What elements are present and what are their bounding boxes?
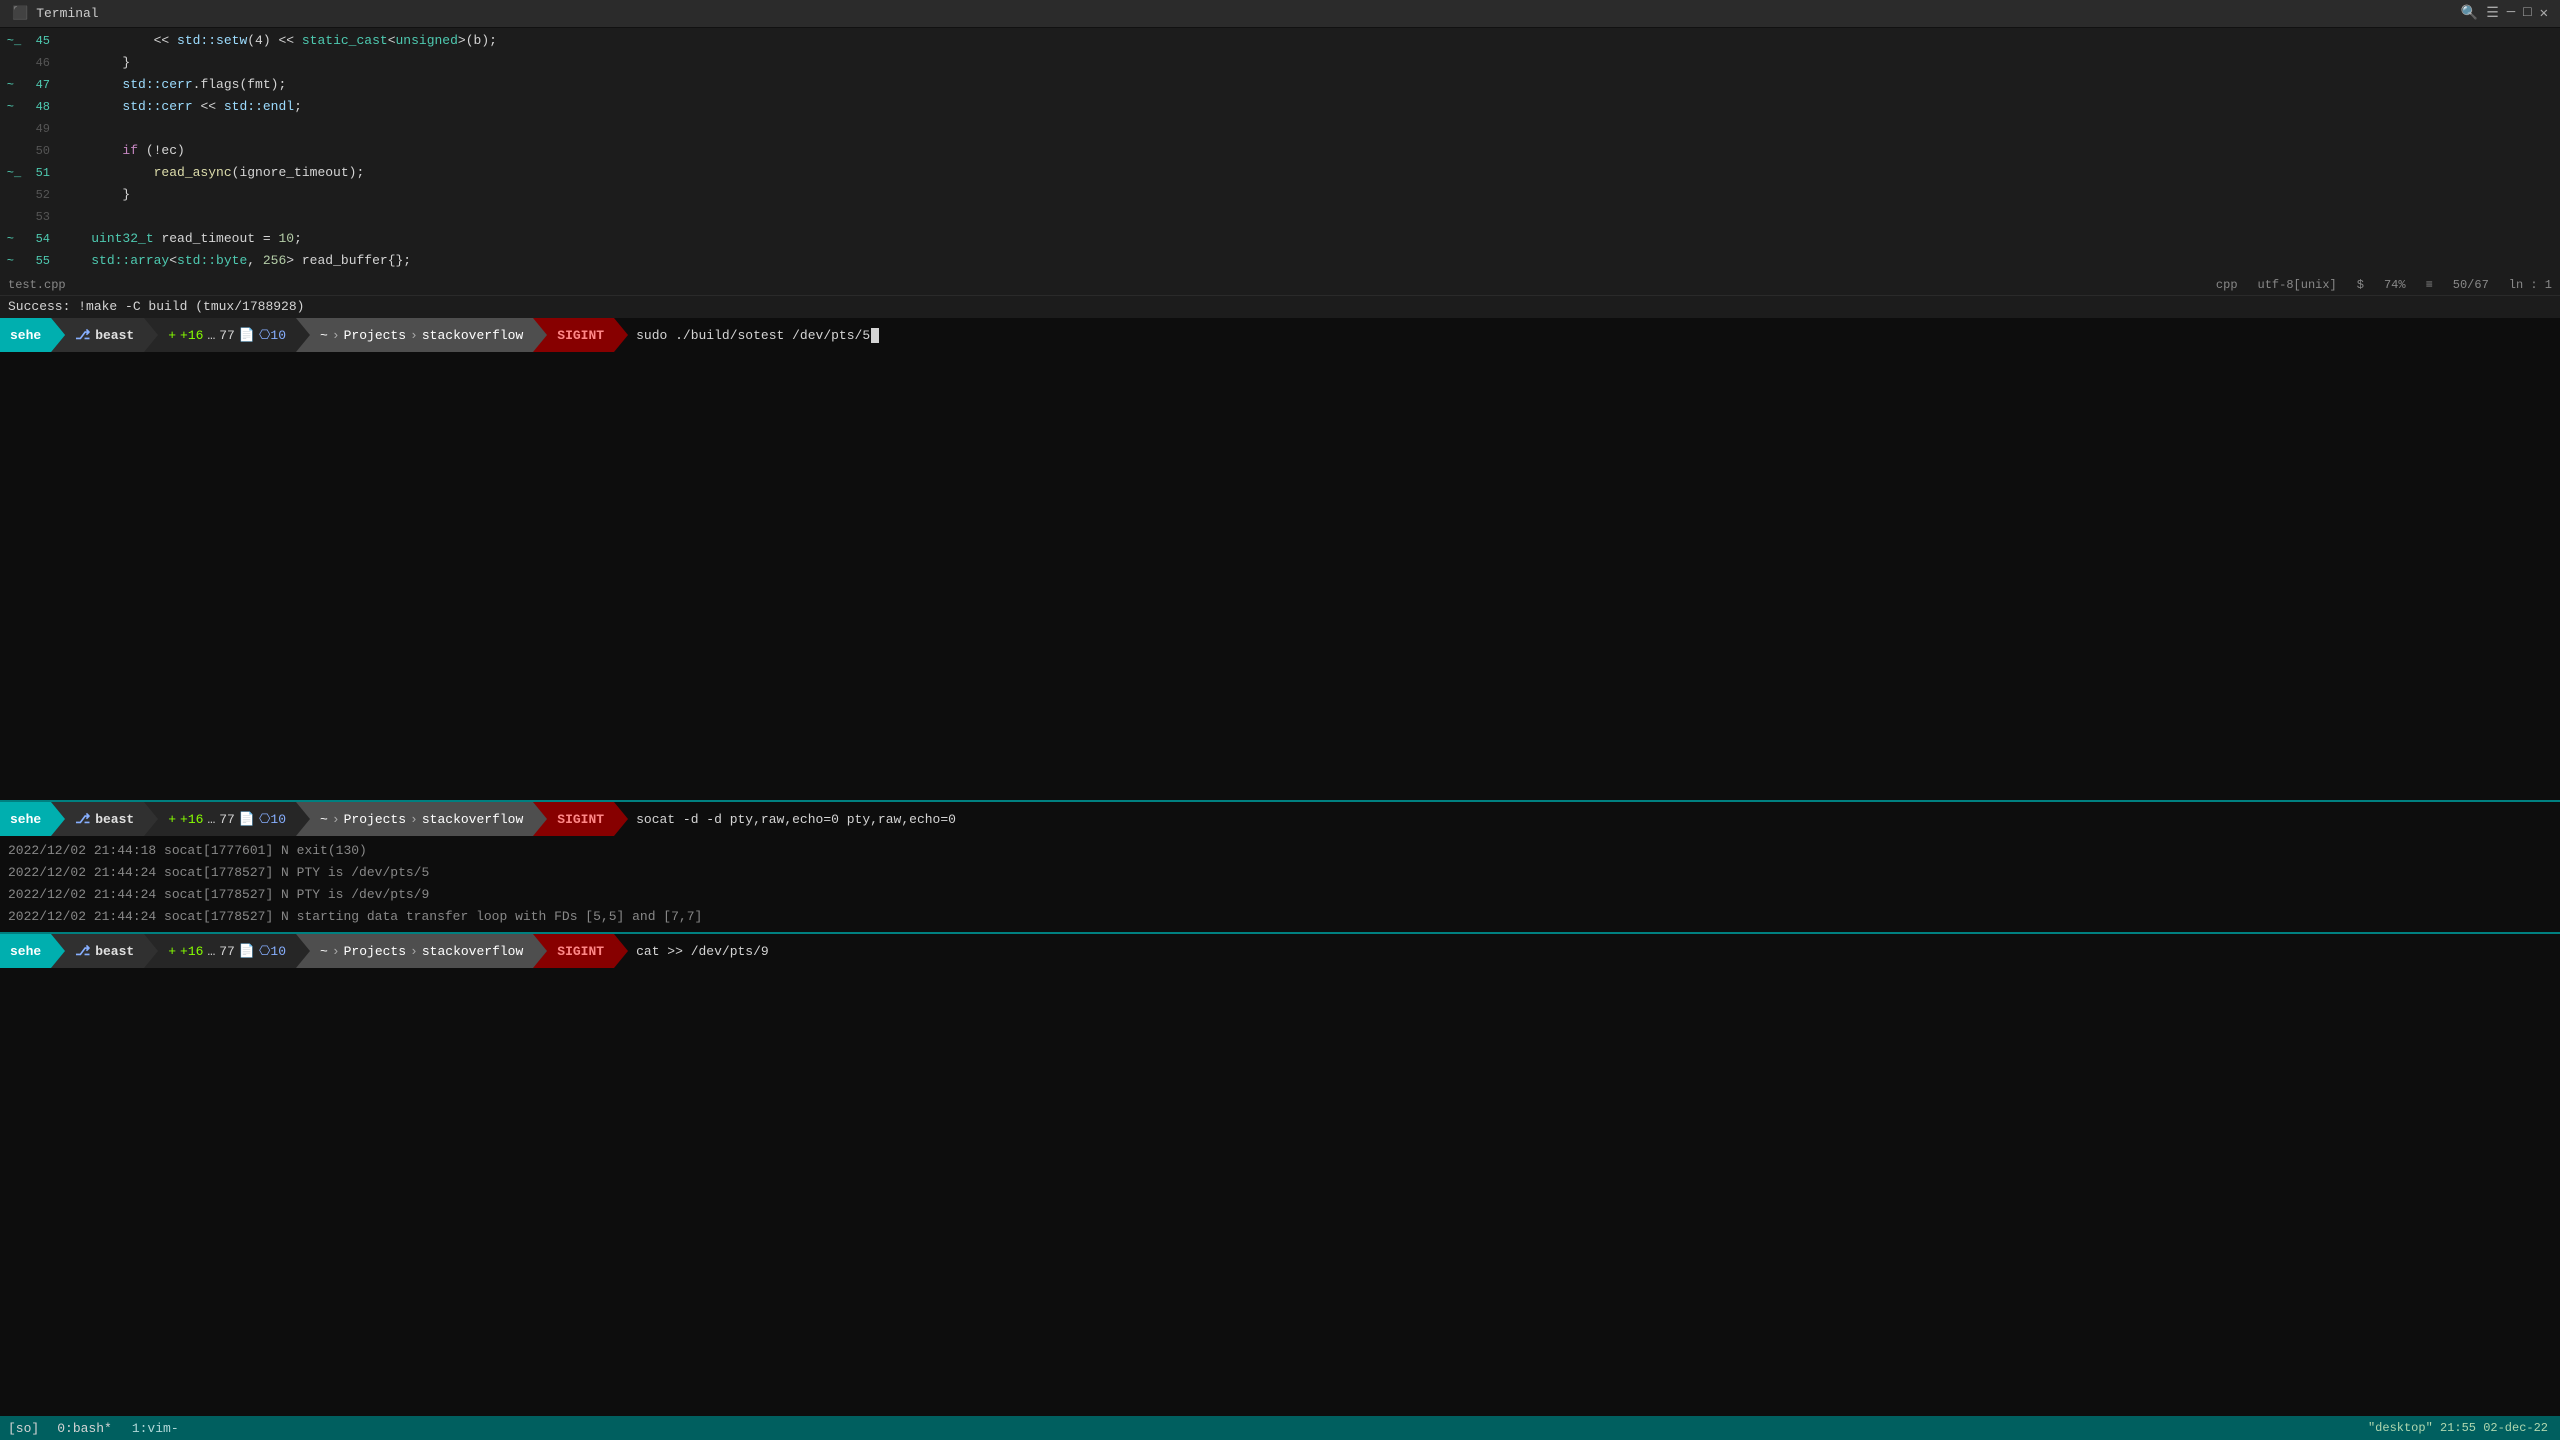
code-line-55: ~ 55 std::array<std::byte, 256> read_buf… [0, 250, 2560, 272]
seg-cmd-2[interactable]: socat -d -d pty,raw,echo=0 pty,raw,echo=… [614, 802, 2560, 836]
code-line-49: 49 [0, 118, 2560, 140]
line-content-53 [60, 206, 68, 228]
log-line-3: 2022/12/02 21:44:24 socat[1778527] N PTY… [8, 884, 2552, 906]
cursor-label: ln : 1 [2509, 274, 2552, 296]
title-bar-title: Terminal [36, 6, 98, 21]
code-line-52: 52 } [0, 184, 2560, 206]
code-line-46: 46 } [0, 52, 2560, 74]
line-gutter-54: ~ 54 [0, 228, 60, 250]
line-content-45: << std::setw(4) << static_cast<unsigned>… [60, 30, 497, 52]
prompt-bar-1: sehe ⎇ beast ++16 … 77 📄 ⎔10 ~ › Project… [0, 318, 2560, 352]
seg-sehe-2: sehe [0, 802, 51, 836]
seg-sehe-3: sehe [0, 934, 51, 968]
line-gutter-45: ~_ 45 [0, 30, 60, 52]
code-line-54: ~ 54 uint32_t read_timeout = 10; [0, 228, 2560, 250]
seg-path-1: ~ › Projects › stackoverflow [296, 318, 533, 352]
code-line-45: ~_ 45 << std::setw(4) << static_cast<uns… [0, 30, 2560, 52]
line-gutter-51: ~_ 51 [0, 162, 60, 184]
lines-icon: ≡ [2426, 274, 2433, 296]
prompt-bar-3: sehe ⎇ beast ++16 … 77 📄 ⎔10 ~ › Project… [0, 934, 2560, 968]
search-icon[interactable]: 🔍 [2461, 5, 2478, 22]
filename-label: test.cpp [8, 274, 66, 296]
minimize-icon[interactable]: ─ [2507, 5, 2515, 22]
seg-path-3: ~ › Projects › stackoverflow [296, 934, 533, 968]
branch-symbol-2: ⎇ [75, 812, 90, 827]
terminal-output-1[interactable] [0, 352, 2560, 800]
tmux-right-status: "desktop" 21:55 02-dec-22 [2356, 1421, 2560, 1435]
close-icon[interactable]: ✕ [2540, 5, 2548, 22]
line-gutter-52: 52 [0, 184, 60, 206]
line-content-51: read_async(ignore_timeout); [60, 162, 364, 184]
tmux-status-bar: [so] 0:bash* 1:vim- "desktop" 21:55 02-d… [0, 1416, 2560, 1440]
line-gutter-48: ~ 48 [0, 96, 60, 118]
log-line-1: 2022/12/02 21:44:18 socat[1777601] N exi… [8, 840, 2552, 862]
tmux-window-0[interactable]: 0:bash* [47, 1416, 122, 1440]
seg-path-2: ~ › Projects › stackoverflow [296, 802, 533, 836]
title-bar: ⬛ Terminal 🔍 ☰ ─ □ ✕ [0, 0, 2560, 28]
success-line: Success: !make -C build (tmux/1788928) [0, 296, 2560, 318]
branch-symbol-3: ⎇ [75, 944, 90, 959]
code-line-48: ~ 48 std::cerr << std::endl; [0, 96, 2560, 118]
terminal-body: ~_ 45 << std::setw(4) << static_cast<uns… [0, 28, 2560, 1440]
line-gutter-46: 46 [0, 52, 60, 74]
line-gutter-53: 53 [0, 206, 60, 228]
line-content-50: if (!ec) [60, 140, 185, 162]
line-content-47: std::cerr.flags(fmt); [60, 74, 286, 96]
line-gutter-49: 49 [0, 118, 60, 140]
position-label: 50/67 [2453, 274, 2489, 296]
code-line-47: ~ 47 std::cerr.flags(fmt); [0, 74, 2560, 96]
terminal-output-3[interactable] [0, 968, 2560, 1416]
seg-cmd-1[interactable]: sudo ./build/sotest /dev/pts/5 [614, 318, 2560, 352]
menu-icon[interactable]: ☰ [2486, 5, 2499, 22]
seg-cmd-3[interactable]: cat >> /dev/pts/9 [614, 934, 2560, 968]
seg-gitstatus-1: ++16 … 77 📄 ⎔10 [144, 318, 296, 352]
line-gutter-50: 50 [0, 140, 60, 162]
seg-gitstatus-2: ++16 … 77 📄 ⎔10 [144, 802, 296, 836]
status-right: cpp utf-8[unix] $ 74% ≡ 50/67 ln : 1 [2216, 274, 2552, 296]
line-content-48: std::cerr << std::endl; [60, 96, 302, 118]
terminal-output-2[interactable]: 2022/12/02 21:44:18 socat[1777601] N exi… [0, 836, 2560, 932]
line-content-49 [60, 118, 68, 140]
line-gutter-55: ~ 55 [0, 250, 60, 272]
vim-status-line: test.cpp cpp utf-8[unix] $ 74% ≡ 50/67 l… [0, 274, 2560, 296]
code-line-50: 50 if (!ec) [0, 140, 2560, 162]
seg-sehe-1: sehe [0, 318, 51, 352]
tmux-window-label: [so] [0, 1416, 47, 1440]
branch-symbol-1: ⎇ [75, 328, 90, 343]
seg-gitstatus-3: ++16 … 77 📄 ⎔10 [144, 934, 296, 968]
line-gutter-47: ~ 47 [0, 74, 60, 96]
prompt-bar-2: sehe ⎇ beast ++16 … 77 📄 ⎔10 ~ › Project… [0, 802, 2560, 836]
code-line-51: ~_ 51 read_async(ignore_timeout); [0, 162, 2560, 184]
line-content-54: uint32_t read_timeout = 10; [60, 228, 302, 250]
line-content-52: } [60, 184, 130, 206]
log-line-4: 2022/12/02 21:44:24 socat[1778527] N sta… [8, 906, 2552, 928]
log-line-2: 2022/12/02 21:44:24 socat[1778527] N PTY… [8, 862, 2552, 884]
tmux-window-1[interactable]: 1:vim- [122, 1416, 189, 1440]
code-line-53: 53 [0, 206, 2560, 228]
dollar-sign: $ [2357, 274, 2364, 296]
line-content-55: std::array<std::byte, 256> read_buffer{}… [60, 250, 411, 272]
cursor-1 [871, 328, 879, 343]
maximize-icon[interactable]: □ [2523, 5, 2531, 22]
line-content-46: } [60, 52, 130, 74]
encoding-label: utf-8[unix] [2258, 274, 2337, 296]
code-pane: ~_ 45 << std::setw(4) << static_cast<uns… [0, 28, 2560, 274]
terminal-icon: ⬛ [12, 6, 28, 21]
percent-label: 74% [2384, 274, 2406, 296]
tmux-windows: [so] 0:bash* 1:vim- [0, 1416, 189, 1440]
filetype-label: cpp [2216, 274, 2238, 296]
